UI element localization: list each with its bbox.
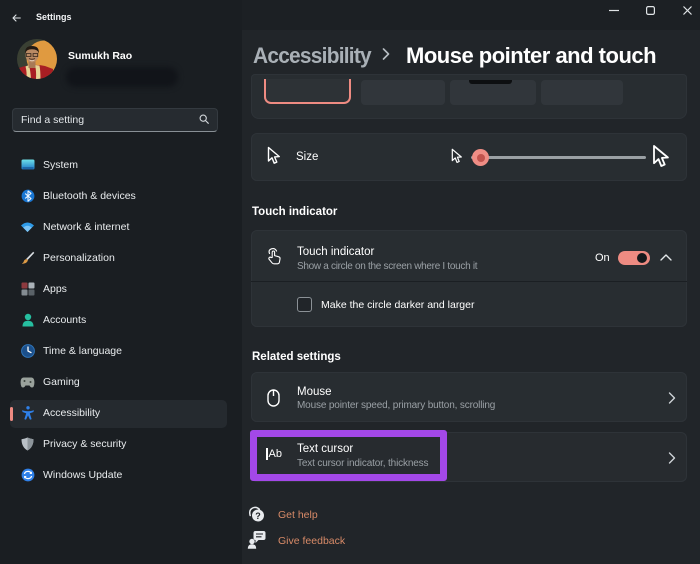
svg-text:?: ? [255,511,261,521]
